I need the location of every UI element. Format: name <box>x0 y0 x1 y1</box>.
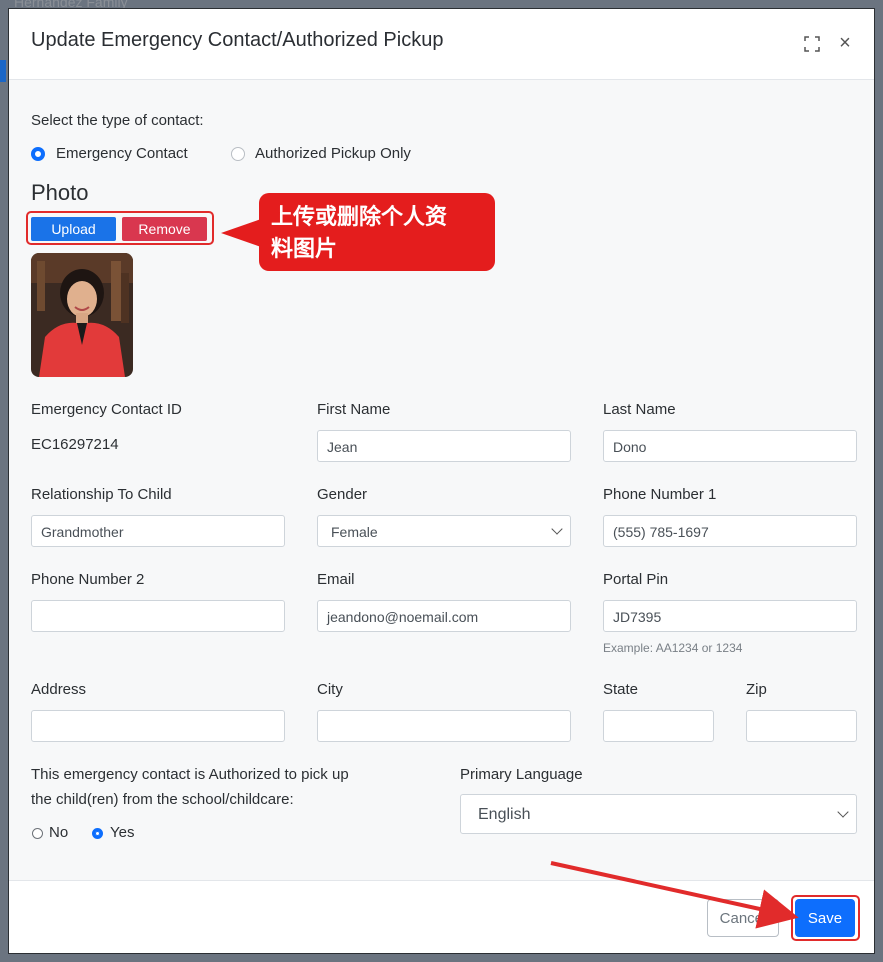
update-contact-modal: Update Emergency Contact/Authorized Pick… <box>8 8 875 954</box>
annotation-arrow <box>550 861 799 929</box>
background-accent-bar <box>0 60 6 82</box>
